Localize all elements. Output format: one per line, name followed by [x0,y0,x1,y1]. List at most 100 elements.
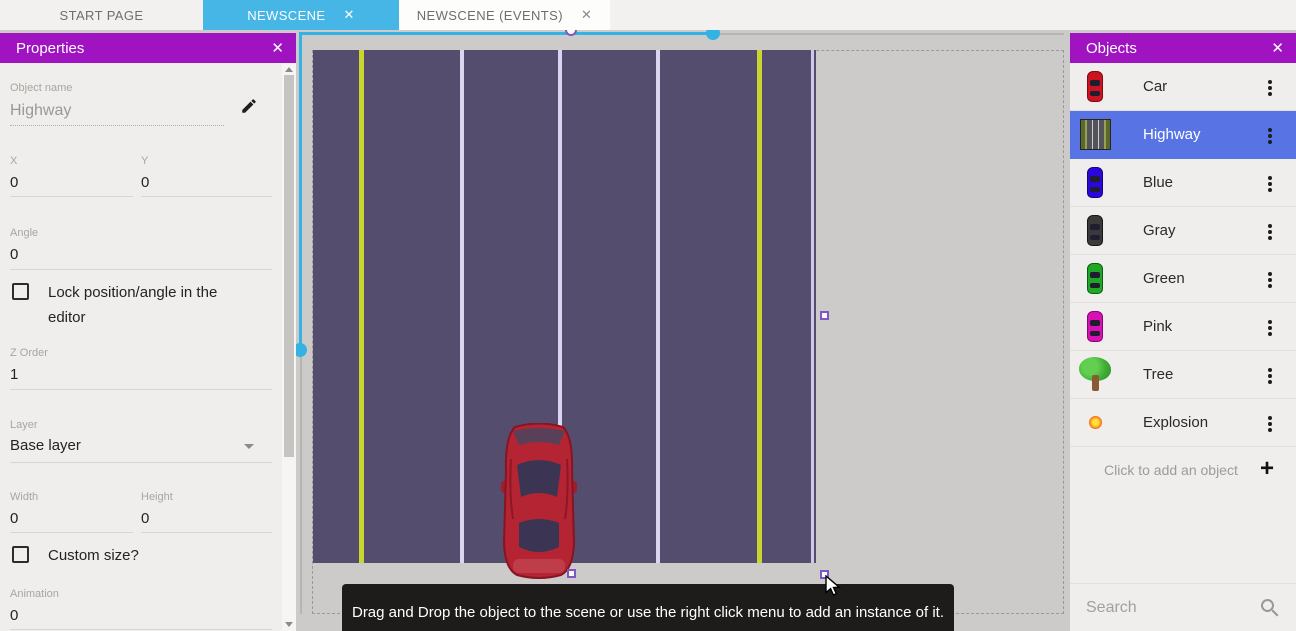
lane-line [757,50,762,563]
tab-start-page[interactable]: START PAGE [0,0,203,30]
properties-scrollbar-thumb[interactable] [284,75,294,457]
kebab-menu-icon[interactable] [1268,128,1272,132]
objects-panel-header: Objects ✕ [1070,33,1296,63]
tab-bar: START PAGE NEWSCENE ✕ NEWSCENE (EVENTS) … [0,0,1296,30]
object-icon [1087,263,1103,294]
object-label: Car [1143,78,1167,95]
add-object-label: Click to add an object [1104,462,1238,478]
h-scrollbar-thumb[interactable] [706,30,720,40]
scroll-down-icon[interactable] [285,622,293,627]
search-input[interactable] [1086,594,1256,622]
object-row-car[interactable]: Car [1070,63,1296,111]
chevron-down-icon[interactable] [244,444,254,449]
kebab-menu-icon[interactable] [1268,224,1272,228]
object-name-field[interactable]: Highway [10,102,224,126]
snackbar-text: Drag and Drop the object to the scene or… [352,604,944,621]
tab-newscene-events[interactable]: NEWSCENE (EVENTS) ✕ [399,0,610,30]
tab-label: NEWSCENE [247,8,325,23]
mouse-cursor [824,575,842,597]
road-edge [811,50,814,563]
objects-list: Car Highway Blue [1070,63,1296,447]
object-icon [1087,215,1103,246]
gdevelop-editor: START PAGE NEWSCENE ✕ NEWSCENE (EVENTS) … [0,0,1296,631]
object-icon [1080,119,1111,150]
x-field[interactable]: 0 [10,174,133,197]
width-field[interactable]: 0 [10,510,133,533]
lock-position-label: Lock position/angle in the editor [48,280,248,330]
x-label: X [10,155,17,167]
width-label: Width [10,491,38,503]
object-label: Green [1143,270,1185,287]
properties-scrollbar[interactable] [282,63,296,631]
z-order-field[interactable]: 1 [10,366,272,390]
v-scrollbar-thumb[interactable] [296,343,307,357]
object-row-green[interactable]: Green [1070,255,1296,303]
kebab-menu-icon[interactable] [1268,416,1272,420]
object-icon [1087,311,1103,342]
z-order-label: Z Order [10,347,48,359]
kebab-menu-icon[interactable] [1268,272,1272,276]
search-icon [1258,596,1282,620]
object-name-label: Object name [10,82,72,94]
object-label: Highway [1143,126,1201,143]
angle-label: Angle [10,227,38,239]
v-scrollbar-track[interactable] [300,350,302,614]
panel-title: Objects [1086,40,1137,57]
object-label: Tree [1143,366,1173,383]
object-icon [1089,416,1102,429]
custom-size-label: Custom size? [48,543,139,568]
tab-newscene[interactable]: NEWSCENE ✕ [203,0,399,30]
layer-label: Layer [10,419,38,431]
lock-position-checkbox[interactable] [12,283,29,300]
animation-field[interactable]: 0 [10,607,272,630]
object-icon [1078,357,1112,393]
close-icon[interactable]: ✕ [344,7,355,23]
rotate-handle[interactable] [565,30,577,36]
y-label: Y [141,155,148,167]
object-label: Blue [1143,174,1173,191]
object-label: Gray [1143,222,1176,239]
object-row-pink[interactable]: Pink [1070,303,1296,351]
custom-size-checkbox[interactable] [12,546,29,563]
lane-line [656,50,660,563]
tab-label: NEWSCENE (EVENTS) [417,8,563,23]
v-scrollbar[interactable] [299,32,302,350]
layer-select[interactable]: Base layer [10,437,272,463]
y-field[interactable]: 0 [141,174,272,197]
tab-label: START PAGE [60,8,144,23]
object-label: Explosion [1143,414,1208,431]
close-icon[interactable]: ✕ [271,39,284,57]
close-icon[interactable]: ✕ [581,7,592,23]
object-row-tree[interactable]: Tree [1070,351,1296,399]
snackbar: Drag and Drop the object to the scene or… [342,584,954,631]
lane-line [359,50,364,563]
car-instance[interactable] [501,423,577,579]
h-scrollbar[interactable] [300,32,713,35]
object-row-explosion[interactable]: Explosion [1070,399,1296,447]
scroll-up-icon[interactable] [285,67,293,72]
kebab-menu-icon[interactable] [1268,320,1272,324]
close-icon[interactable]: ✕ [1271,39,1284,57]
properties-panel: Properties ✕ Object name Highway X Y 0 0… [0,33,296,631]
search-row [1070,583,1296,631]
height-field[interactable]: 0 [141,510,272,533]
object-row-gray[interactable]: Gray [1070,207,1296,255]
plus-icon[interactable]: + [1260,455,1274,483]
kebab-menu-icon[interactable] [1268,80,1272,84]
objects-panel: Objects ✕ Car Highway [1070,33,1296,631]
lane-line [460,50,464,563]
edit-pencil-icon[interactable] [240,97,258,115]
object-row-blue[interactable]: Blue [1070,159,1296,207]
object-row-highway[interactable]: Highway [1070,111,1296,159]
kebab-menu-icon[interactable] [1268,368,1272,372]
kebab-menu-icon[interactable] [1268,176,1272,180]
object-icon [1087,167,1103,198]
animation-label: Animation [10,588,59,600]
scene-canvas[interactable]: Drag and Drop the object to the scene or… [296,30,1070,631]
resize-handle-bottom[interactable] [567,569,576,578]
resize-handle-right[interactable] [820,311,829,320]
angle-field[interactable]: 0 [10,246,272,270]
add-object-row[interactable]: Click to add an object + [1070,447,1296,495]
object-label: Pink [1143,318,1172,335]
h-scrollbar-track[interactable] [713,33,1064,35]
